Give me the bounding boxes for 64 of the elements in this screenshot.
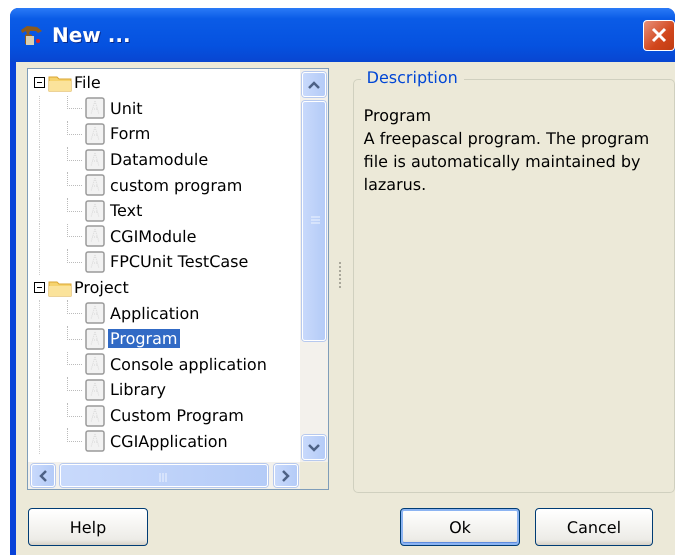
collapse-toggle[interactable] — [34, 282, 45, 294]
document-icon — [85, 148, 105, 171]
group-title: Description — [360, 68, 464, 87]
document-icon — [85, 430, 105, 452]
scroll-left-button[interactable] — [31, 464, 55, 487]
tree-item[interactable]: CGIApplication — [108, 432, 230, 451]
grip-icon — [310, 216, 320, 225]
description-heading: Program — [364, 105, 432, 127]
close-button[interactable] — [643, 20, 675, 50]
scroll-down-button[interactable] — [302, 435, 326, 460]
splitter-grip[interactable] — [338, 262, 343, 288]
tree-item[interactable]: Project — [72, 278, 131, 298]
scroll-up-button[interactable] — [302, 72, 326, 97]
ok-button[interactable]: Ok — [400, 508, 520, 546]
folder-icon — [48, 278, 72, 297]
collapse-toggle[interactable] — [34, 77, 45, 88]
tree-line — [67, 198, 82, 212]
scroll-right-button[interactable] — [274, 464, 298, 487]
window-title: New ... — [52, 23, 131, 47]
scroll-thumb[interactable] — [60, 464, 268, 487]
tree-item[interactable]: CGIModule — [108, 226, 198, 246]
tree-line — [67, 300, 82, 314]
tree-line — [67, 96, 82, 110]
tree-line — [67, 352, 82, 366]
description-text: A freepascal program. The program file is automatically maintained by lazarus. — [364, 128, 650, 196]
tree-item[interactable]: FPCUnit TestCase — [108, 252, 250, 272]
tree-item[interactable]: custom program — [108, 176, 244, 195]
tree-line — [67, 172, 82, 186]
tree-item[interactable]: Program — [108, 329, 180, 348]
close-icon — [650, 26, 668, 44]
tree-line — [67, 224, 82, 238]
document-icon — [85, 122, 105, 145]
document-icon — [85, 378, 105, 401]
tree-item[interactable]: Text — [108, 201, 144, 220]
document-icon — [85, 174, 105, 196]
tree-line — [67, 249, 82, 263]
tree-item[interactable]: Library — [108, 380, 168, 400]
tree-line — [67, 121, 82, 135]
scrollbar-corner — [300, 462, 328, 489]
document-icon — [85, 404, 105, 427]
tree-item[interactable]: Datamodule — [108, 150, 210, 170]
document-icon — [85, 225, 105, 248]
folder-icon — [48, 74, 72, 92]
tree-item[interactable]: Unit — [108, 98, 145, 118]
grip-icon — [159, 473, 168, 482]
document-icon — [85, 97, 105, 120]
tree-item[interactable]: Form — [108, 124, 152, 144]
document-icon — [85, 328, 105, 350]
tree-line — [67, 326, 82, 340]
dialog-button[interactable]: Help — [28, 508, 148, 546]
tree-item[interactable]: File — [72, 73, 103, 92]
tree-item[interactable]: Application — [108, 304, 202, 323]
tree-line — [67, 377, 82, 391]
document-icon — [85, 302, 105, 324]
tree-line — [67, 428, 82, 442]
scroll-thumb[interactable] — [302, 101, 326, 341]
document-icon — [85, 353, 105, 376]
document-icon — [85, 200, 105, 222]
tree-line — [67, 146, 82, 161]
tree-line — [67, 402, 82, 417]
document-icon — [85, 250, 105, 273]
tree-item[interactable]: Console application — [108, 354, 269, 374]
tree-item[interactable]: Custom Program — [108, 406, 246, 426]
dialog-button[interactable]: Cancel — [535, 508, 653, 546]
